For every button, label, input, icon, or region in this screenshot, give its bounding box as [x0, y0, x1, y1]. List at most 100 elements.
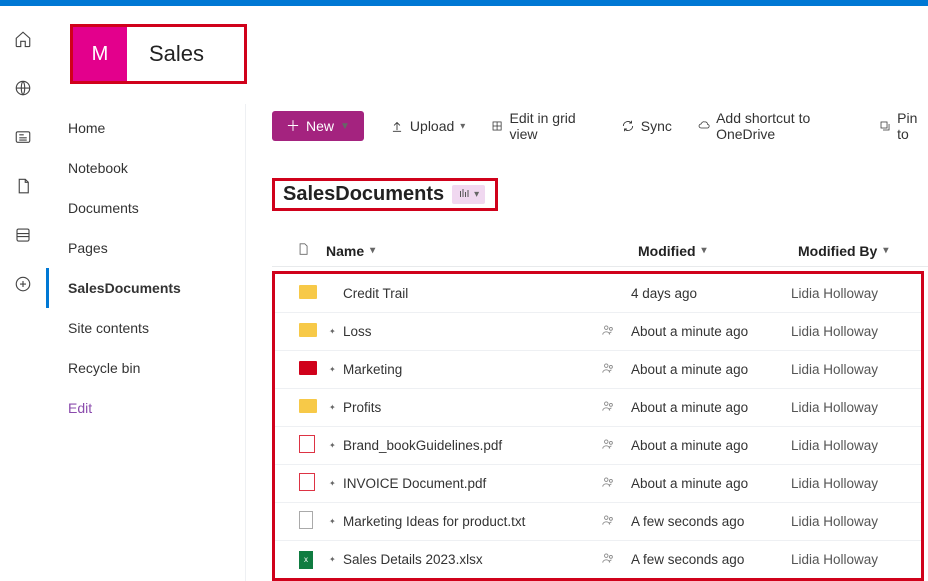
- file-name[interactable]: Marketing: [329, 362, 601, 377]
- share-icon[interactable]: [601, 475, 631, 492]
- highlight-box-library: SalesDocuments ▾: [272, 178, 498, 211]
- sync-button[interactable]: Sync: [621, 118, 672, 134]
- column-modified[interactable]: Modified ▾: [638, 243, 798, 259]
- file-modified-by[interactable]: Lidia Holloway: [791, 514, 921, 529]
- file-name[interactable]: Credit Trail: [329, 286, 601, 301]
- file-modified: A few seconds ago: [631, 514, 791, 529]
- column-modified-by[interactable]: Modified By ▾: [798, 243, 928, 259]
- file-modified: 4 days ago: [631, 286, 791, 301]
- pin-button[interactable]: Pin to: [879, 110, 928, 142]
- file-row[interactable]: xSales Details 2023.xlsx A few seconds ag…: [275, 540, 921, 578]
- left-navigation: HomeNotebookDocumentsPagesSalesDocuments…: [46, 104, 246, 581]
- share-icon[interactable]: [601, 399, 631, 416]
- file-name[interactable]: Sales Details 2023.xlsx: [329, 552, 601, 567]
- new-indicator-icon: [329, 479, 339, 488]
- sync-label: Sync: [641, 118, 672, 134]
- new-indicator-icon: [329, 555, 339, 564]
- file-row[interactable]: INVOICE Document.pdf About a minute agoLi…: [275, 464, 921, 502]
- site-logo[interactable]: M: [73, 27, 127, 81]
- file-modified: A few seconds ago: [631, 552, 791, 567]
- file-modified: About a minute ago: [631, 324, 791, 339]
- app-rail: [0, 6, 46, 571]
- home-icon[interactable]: [14, 30, 32, 53]
- file-modified-by[interactable]: Lidia Holloway: [791, 400, 921, 415]
- library-title: SalesDocuments: [283, 183, 444, 206]
- file-row[interactable]: Loss About a minute agoLidia Holloway: [275, 312, 921, 350]
- folder-red-icon: [275, 361, 329, 378]
- file-modified: About a minute ago: [631, 362, 791, 377]
- folder-yellow-icon: [275, 323, 329, 340]
- share-icon[interactable]: [601, 361, 631, 378]
- shortcut-label: Add shortcut to OneDrive: [716, 110, 853, 142]
- chevron-down-icon: ▾: [474, 189, 479, 200]
- new-button-label: New: [306, 118, 334, 134]
- file-modified-by[interactable]: Lidia Holloway: [791, 438, 921, 453]
- column-name-label: Name: [326, 243, 364, 259]
- nav-item-home[interactable]: Home: [46, 108, 245, 148]
- file-modified: About a minute ago: [631, 476, 791, 491]
- column-headers: Name▾ Modified ▾ Modified By ▾: [272, 235, 928, 267]
- file-modified-by[interactable]: Lidia Holloway: [791, 552, 921, 567]
- view-switcher[interactable]: ▾: [452, 185, 485, 204]
- highlight-box-site: M Sales: [70, 24, 247, 84]
- nav-edit[interactable]: Edit: [46, 388, 245, 428]
- file-txt-icon: [275, 511, 329, 532]
- highlight-box-files: Credit Trail4 days agoLidia HollowayLoss…: [272, 271, 924, 581]
- share-icon[interactable]: [601, 437, 631, 454]
- edit-grid-button[interactable]: Edit in grid view: [491, 110, 594, 142]
- nav-item-pages[interactable]: Pages: [46, 228, 245, 268]
- file-modified: About a minute ago: [631, 400, 791, 415]
- upload-button[interactable]: Upload ▾: [390, 118, 465, 134]
- nav-item-site-contents[interactable]: Site contents: [46, 308, 245, 348]
- file-name[interactable]: Brand_bookGuidelines.pdf: [329, 438, 601, 453]
- share-icon[interactable]: [601, 551, 631, 568]
- nav-item-notebook[interactable]: Notebook: [46, 148, 245, 188]
- file-row[interactable]: Marketing Ideas for product.txt A few sec…: [275, 502, 921, 540]
- file-name[interactable]: Marketing Ideas for product.txt: [329, 514, 601, 529]
- pin-label: Pin to: [897, 110, 928, 142]
- new-indicator-icon: [329, 441, 339, 450]
- add-shortcut-button[interactable]: Add shortcut to OneDrive: [698, 110, 853, 142]
- chevron-down-icon: ▾: [460, 121, 465, 132]
- share-icon[interactable]: [601, 513, 631, 530]
- file-row[interactable]: Brand_bookGuidelines.pdf About a minute a…: [275, 426, 921, 464]
- file-pdf-icon: [275, 435, 329, 456]
- chevron-down-icon: ▾: [883, 245, 888, 256]
- globe-icon[interactable]: [14, 79, 32, 102]
- edit-grid-label: Edit in grid view: [510, 110, 595, 142]
- new-button[interactable]: ＋ New ▼: [272, 111, 364, 141]
- file-modified: About a minute ago: [631, 438, 791, 453]
- folder-yellow-icon: [275, 285, 329, 302]
- file-modified-by[interactable]: Lidia Holloway: [791, 286, 921, 301]
- folder-yellow-icon: [275, 399, 329, 416]
- file-modified-by[interactable]: Lidia Holloway: [791, 324, 921, 339]
- file-row[interactable]: Profits About a minute agoLidia Holloway: [275, 388, 921, 426]
- site-title[interactable]: Sales: [149, 41, 204, 67]
- nav-item-salesdocuments[interactable]: SalesDocuments: [46, 268, 245, 308]
- file-name[interactable]: Profits: [329, 400, 601, 415]
- chevron-down-icon: ▾: [702, 245, 707, 256]
- file-modified-by[interactable]: Lidia Holloway: [791, 476, 921, 491]
- column-type[interactable]: [272, 241, 326, 260]
- site-header: M Sales: [46, 6, 928, 104]
- share-icon[interactable]: [601, 323, 631, 340]
- file-modified-by[interactable]: Lidia Holloway: [791, 362, 921, 377]
- upload-label: Upload: [410, 118, 454, 134]
- file-name[interactable]: INVOICE Document.pdf: [329, 476, 601, 491]
- nav-item-documents[interactable]: Documents: [46, 188, 245, 228]
- add-icon[interactable]: [14, 275, 32, 298]
- nav-item-recycle-bin[interactable]: Recycle bin: [46, 348, 245, 388]
- new-indicator-icon: [329, 327, 339, 336]
- file-icon[interactable]: [14, 177, 32, 200]
- new-indicator-icon: [329, 517, 339, 526]
- column-modified-label: Modified: [638, 243, 696, 259]
- file-name[interactable]: Loss: [329, 324, 601, 339]
- stacks-icon: [458, 187, 470, 202]
- file-row[interactable]: Credit Trail 4 days agoLidia Holloway: [275, 274, 921, 312]
- news-icon[interactable]: [14, 128, 32, 151]
- column-by-label: Modified By: [798, 243, 877, 259]
- column-name[interactable]: Name▾: [326, 243, 638, 259]
- file-xlsx-icon: x: [275, 550, 329, 569]
- file-row[interactable]: Marketing About a minute agoLidia Hollowa…: [275, 350, 921, 388]
- db-icon[interactable]: [14, 226, 32, 249]
